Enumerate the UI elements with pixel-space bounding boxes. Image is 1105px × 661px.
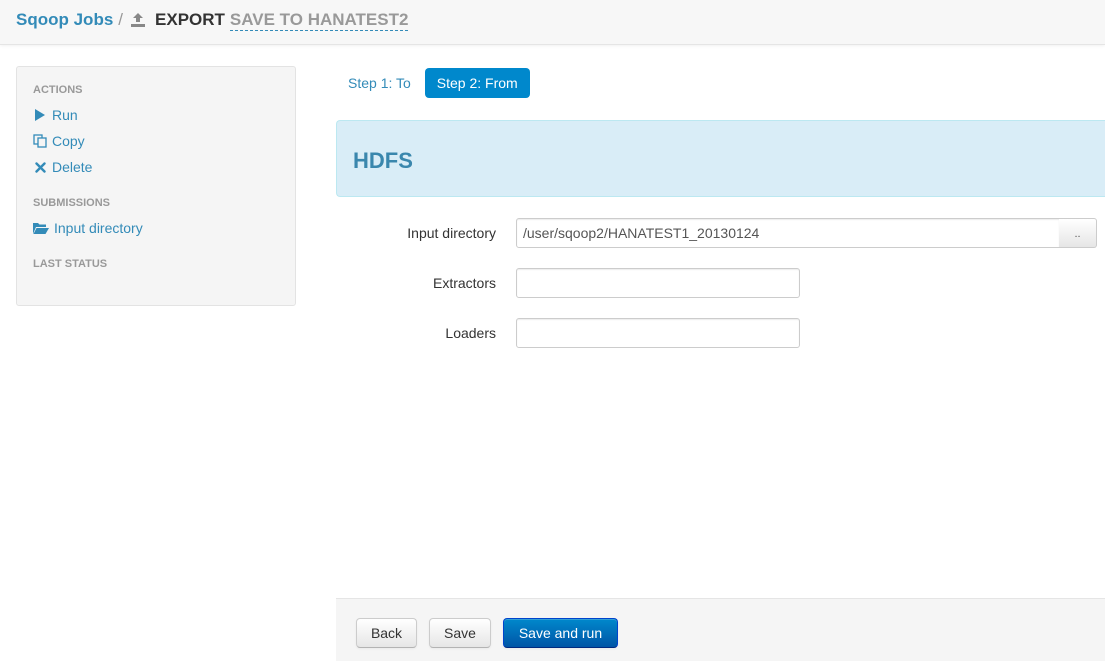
sidebar: ACTIONS Run Copy Delete SUBMISSIONS Inpu…	[16, 66, 296, 306]
job-name-editable[interactable]: SAVE TO HANATEST2	[229, 10, 409, 31]
submissions-header: SUBMISSIONS	[33, 197, 111, 209]
run-label: Run	[52, 107, 78, 123]
input-directory-field-label: Input directory	[407, 225, 496, 241]
save-button[interactable]: Save	[429, 618, 491, 648]
extractors-field-label: Extractors	[432, 275, 496, 291]
breadcrumb-separator: /	[118, 10, 124, 29]
delete-action[interactable]: Delete	[33, 157, 92, 177]
folder-open-icon	[33, 221, 49, 235]
job-type-label: EXPORT	[155, 10, 225, 29]
input-directory-label: Input directory	[54, 220, 143, 236]
actions-header: ACTIONS	[33, 84, 83, 96]
form-actions-bar: Back Save Save and run	[336, 598, 1105, 661]
loaders-field-label: Loaders	[445, 325, 496, 341]
close-icon	[33, 160, 47, 174]
tab-step-1[interactable]: Step 1: To	[336, 68, 423, 98]
extractors-field[interactable]	[516, 268, 800, 298]
input-directory-field[interactable]	[516, 218, 1060, 248]
save-and-run-button[interactable]: Save and run	[503, 618, 618, 648]
breadcrumb: Sqoop Jobs / EXPORT SAVE TO HANATEST2	[16, 8, 409, 32]
step-tabs: Step 1: To Step 2: From	[336, 68, 530, 98]
copy-action[interactable]: Copy	[33, 131, 85, 151]
copy-icon	[33, 134, 47, 148]
back-button[interactable]: Back	[356, 618, 417, 648]
page-header: Sqoop Jobs / EXPORT SAVE TO HANATEST2	[0, 0, 1105, 45]
copy-label: Copy	[52, 133, 85, 149]
input-directory-link[interactable]: Input directory	[33, 218, 143, 238]
delete-label: Delete	[52, 159, 93, 175]
run-action[interactable]: Run	[33, 105, 78, 125]
breadcrumb-sqoop-jobs-link[interactable]: Sqoop Jobs	[16, 10, 113, 30]
browse-button[interactable]: ..	[1059, 218, 1097, 248]
tab-step-2[interactable]: Step 2: From	[424, 68, 530, 98]
last-status-header: LAST STATUS	[33, 258, 108, 270]
upload-icon	[129, 11, 147, 29]
hdfs-section-header: HDFS	[336, 120, 1105, 197]
play-icon	[33, 108, 47, 122]
section-title: HDFS	[353, 148, 413, 173]
loaders-field[interactable]	[516, 318, 800, 348]
